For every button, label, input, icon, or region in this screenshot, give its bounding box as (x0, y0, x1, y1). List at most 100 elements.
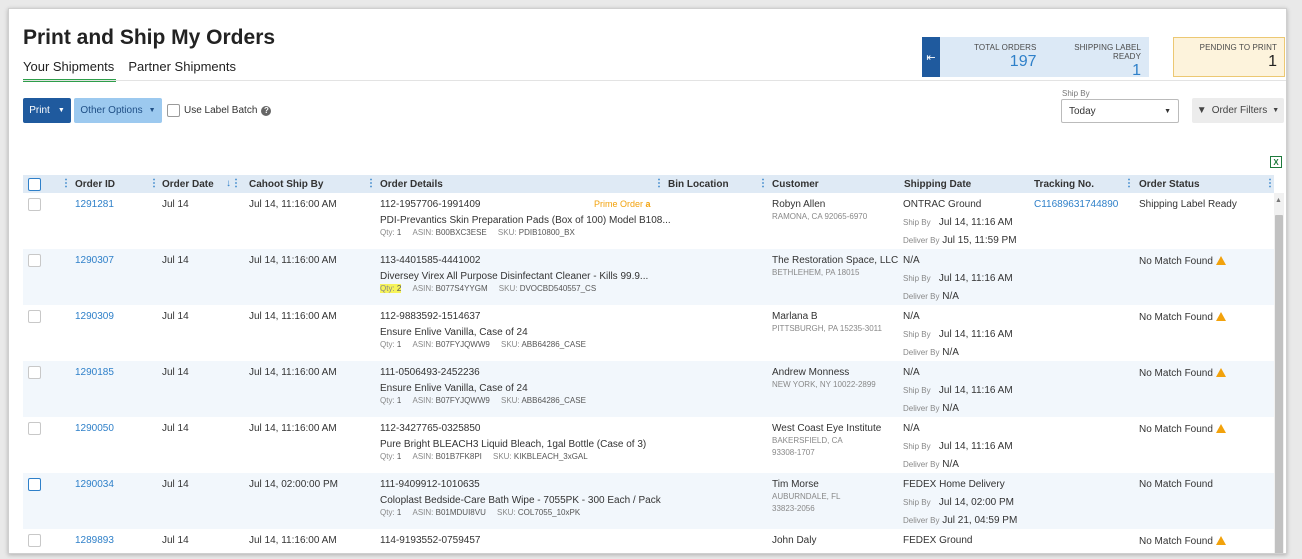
collapse-stats-icon[interactable]: ⇤ (922, 37, 940, 77)
row-checkbox[interactable] (28, 366, 41, 379)
col-tracking-no[interactable]: Tracking No. (1034, 179, 1094, 190)
ship-method: FEDEX Ground (903, 535, 973, 546)
deliver-by-line: Deliver By Jul 21, 04:59 PM (903, 515, 1017, 526)
ship-method: N/A (903, 311, 920, 322)
order-status-text: No Match Found (1139, 256, 1213, 267)
ship-by-label: Ship By (903, 498, 931, 507)
product-meta: Qty: 1 ASIN: B01MDUI8VU SKU: COL7055_10x… (380, 508, 580, 517)
product-title[interactable]: PDI-Prevantics Skin Preparation Pads (Bo… (380, 215, 671, 226)
prime-order-label: Prime Order (594, 199, 644, 209)
row-checkbox[interactable] (28, 254, 41, 267)
asin-label: ASIN: (412, 508, 434, 517)
qty-value: 1 (396, 228, 402, 237)
use-label-batch-label: Use Label Batch (184, 105, 258, 116)
ship-method: ONTRAC Ground (903, 199, 982, 210)
row-checkbox[interactable] (28, 198, 41, 211)
col-bin-location[interactable]: Bin Location (668, 179, 729, 190)
order-status: Shipping Label Ready (1139, 199, 1237, 210)
customer-name: Marlana B (772, 311, 818, 322)
other-options-button[interactable]: Other Options ▼ (74, 98, 162, 123)
order-status-text: No Match Found (1139, 368, 1213, 379)
order-id-link[interactable]: 1290309 (75, 311, 114, 322)
order-id-link[interactable]: 1290185 (75, 367, 114, 378)
order-id-link[interactable]: 1290050 (75, 423, 114, 434)
sku-value: DVOCBD540557_CS (519, 284, 597, 293)
product-title[interactable]: Ensure Enlive Vanilla, Case of 24 (380, 383, 528, 394)
order-id-link[interactable]: 1290307 (75, 255, 114, 266)
column-menu-icon[interactable]: ⋮ (366, 178, 376, 189)
use-label-batch: Use Label Batch ? (167, 104, 272, 117)
row-checkbox[interactable] (28, 310, 41, 323)
order-number: 111-9409912-1010635 (380, 479, 480, 490)
tab-partner-shipments[interactable]: Partner Shipments (128, 59, 238, 82)
ship-method: N/A (903, 367, 920, 378)
qty-value: 1 (396, 508, 402, 517)
table-row[interactable]: 1290050 Jul 14 Jul 14, 11:16:00 AM 112-3… (23, 417, 1274, 473)
asin-label: ASIN: (412, 228, 434, 237)
column-menu-icon[interactable]: ⋮ (1124, 178, 1134, 189)
tab-your-shipments[interactable]: Your Shipments (23, 59, 117, 82)
scrollbar-thumb[interactable] (1275, 215, 1283, 553)
table-row[interactable]: 1291281 Jul 14 Jul 14, 11:16:00 AM 112-1… (23, 193, 1274, 249)
deliver-by-line: Deliver By N/A (903, 403, 959, 414)
select-all-checkbox[interactable] (28, 178, 41, 191)
product-title[interactable]: Coloplast Bedside-Care Bath Wipe - 7055P… (380, 495, 661, 506)
sku-label: SKU: (498, 284, 518, 293)
column-menu-icon[interactable]: ⋮ (654, 178, 664, 189)
qty-label: Qty: (380, 284, 395, 293)
row-checkbox[interactable] (28, 534, 41, 547)
print-button[interactable]: Print ▼ (23, 98, 71, 123)
col-customer[interactable]: Customer (772, 179, 819, 190)
label-ready-stat[interactable]: SHIPPING LABEL READY 1 (1045, 37, 1150, 79)
tracking-link[interactable]: C11689631744890 (1034, 199, 1118, 210)
customer-address: AUBURNDALE, FL (772, 492, 841, 501)
order-id-link[interactable]: 1289893 (75, 535, 114, 546)
table-row[interactable]: 1290309 Jul 14 Jul 14, 11:16:00 AM 112-9… (23, 305, 1274, 361)
table-row[interactable]: 1290034 Jul 14 Jul 14, 02:00:00 PM 111-9… (23, 473, 1274, 529)
column-menu-icon[interactable]: ⋮ (758, 178, 768, 189)
deliver-by-line: Deliver By N/A (903, 291, 959, 302)
deliver-by-line: Deliver By N/A (903, 459, 959, 470)
col-order-status[interactable]: Order Status (1139, 179, 1200, 190)
chevron-down-icon: ▼ (1272, 107, 1280, 114)
total-orders-stat[interactable]: TOTAL ORDERS 197 (940, 37, 1045, 77)
warning-icon (1215, 368, 1226, 377)
col-order-details[interactable]: Order Details (380, 179, 443, 190)
col-shipping-date[interactable]: Shipping Date (904, 179, 971, 190)
pending-to-print-stat[interactable]: PENDING TO PRINT 1 (1173, 37, 1285, 77)
customer-name: Tim Morse (772, 479, 819, 490)
col-cahoot-ship-by[interactable]: Cahoot Ship By (249, 179, 323, 190)
col-order-date[interactable]: Order Date (162, 179, 214, 190)
deliver-by-date: Jul 21, 04:59 PM (942, 515, 1018, 526)
order-status: No Match Found (1139, 311, 1226, 323)
pending-label: PENDING TO PRINT (1199, 43, 1277, 52)
excel-export-icon[interactable]: X (1270, 156, 1282, 168)
ship-by-select[interactable]: Today ▼ (1061, 99, 1179, 123)
order-status: No Match Found (1139, 367, 1226, 379)
table-row[interactable]: 1290307 Jul 14 Jul 14, 11:16:00 AM 113-4… (23, 249, 1274, 305)
product-title[interactable]: Diversey Virex All Purpose Disinfectant … (380, 271, 648, 282)
table-row[interactable]: 1290185 Jul 14 Jul 14, 11:16:00 AM 111-0… (23, 361, 1274, 417)
table-row[interactable]: 1289893 Jul 14 Jul 14, 11:16:00 AM 114-9… (23, 529, 1274, 553)
sort-desc-icon[interactable]: ↓⋮ (226, 178, 241, 189)
order-id-link[interactable]: 1290034 (75, 479, 114, 490)
help-icon[interactable]: ? (261, 105, 272, 116)
use-label-batch-checkbox[interactable] (167, 104, 180, 117)
column-menu-icon[interactable]: ⋮ (149, 178, 159, 189)
column-menu-icon[interactable]: ⋮ (1265, 178, 1275, 189)
prime-icon: a (645, 199, 651, 209)
row-checkbox[interactable] (28, 478, 41, 491)
order-date: Jul 14 (162, 311, 189, 322)
product-title[interactable]: Pure Bright BLEACH3 Liquid Bleach, 1gal … (380, 439, 646, 450)
product-title[interactable]: Ensure Enlive Vanilla, Case of 24 (380, 327, 528, 338)
tabs-divider (23, 80, 1286, 81)
column-menu-icon[interactable]: ⋮ (61, 178, 71, 189)
filter-icon: ▼ (1196, 105, 1207, 116)
sku-label: SKU: (500, 340, 520, 349)
order-id-link[interactable]: 1291281 (75, 199, 114, 210)
col-order-id[interactable]: Order ID (75, 179, 115, 190)
scroll-up-icon[interactable]: ▲ (1275, 197, 1282, 204)
row-checkbox[interactable] (28, 422, 41, 435)
order-status-text: No Match Found (1139, 312, 1213, 323)
order-filters-button[interactable]: ▼ Order Filters ▼ (1192, 98, 1284, 123)
